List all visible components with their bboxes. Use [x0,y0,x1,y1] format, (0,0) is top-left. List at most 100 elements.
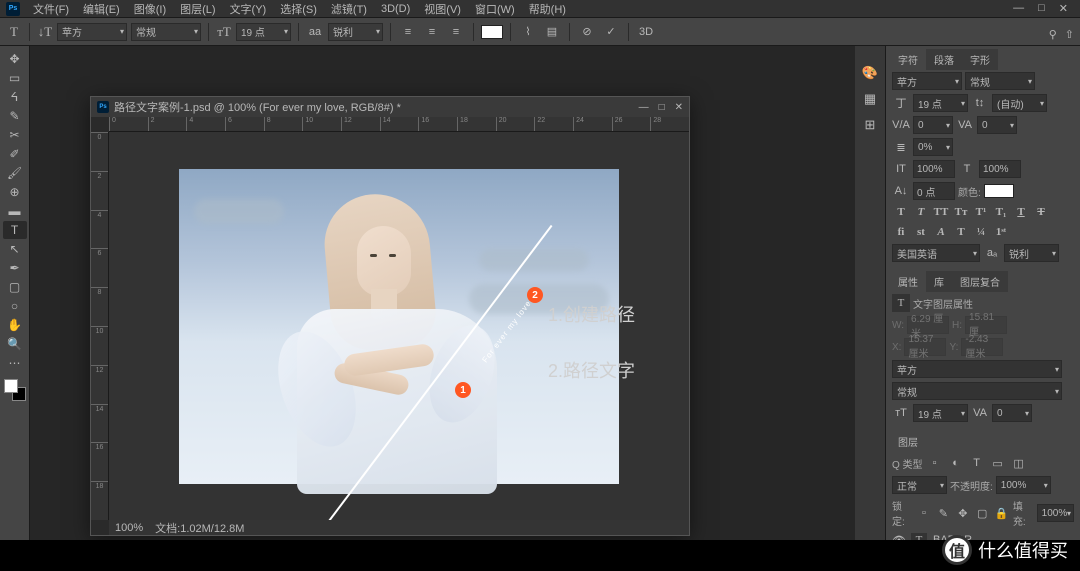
menu-help[interactable]: 帮助(H) [522,0,573,19]
menu-filter[interactable]: 滤镜(T) [324,0,374,19]
italic-button[interactable]: T [914,205,928,219]
menu-edit[interactable]: 编辑(E) [76,0,127,19]
blend-mode-select[interactable]: 正常 [892,476,947,494]
filter-smart-icon[interactable]: ◫ [1010,454,1028,472]
filter-type-icon[interactable]: T [968,454,986,472]
window-minimize[interactable]: — [1013,2,1024,15]
quick-select-tool[interactable]: ✎ [3,107,27,125]
char-size-select[interactable]: 19 点 [913,94,968,112]
tab-character[interactable]: 字符 [890,49,926,70]
font-family-select[interactable]: 苹方 [57,23,127,41]
eyedropper-tool[interactable]: ✐ [3,145,27,163]
subscript-button[interactable]: T₁ [994,205,1008,219]
char-color-swatch[interactable] [984,184,1014,198]
tabular[interactable]: 1ˢᵗ [994,225,1008,239]
liga-st[interactable]: st [914,225,928,239]
align-left-icon[interactable]: ≡ [398,23,418,41]
pen-tool[interactable]: ✒ [3,259,27,277]
menu-type[interactable]: 文字(Y) [223,0,274,19]
tab-paragraph[interactable]: 段落 [926,49,962,70]
opacity-select[interactable]: 100% [996,476,1051,494]
prop-size[interactable]: 19 点 [913,404,968,422]
marquee-tool[interactable]: ▭ [3,69,27,87]
ellipse-tool[interactable]: ○ [3,297,27,315]
char-font-select[interactable]: 苹方 [892,72,962,90]
zoom-tool[interactable]: 🔍 [3,335,27,353]
lock-all-icon[interactable]: 🔒 [993,504,1009,522]
char-weight-select[interactable]: 常规 [965,72,1035,90]
tab-layers[interactable]: 图层 [890,431,926,452]
commit-icon[interactable]: ✓ [601,23,621,41]
anti-alias-select[interactable]: 锐利 [328,23,383,41]
ruler-vertical[interactable]: 024681012141618 [91,132,109,520]
font-weight-select[interactable]: 常规 [131,23,201,41]
share-icon[interactable]: ⇧ [1065,28,1074,41]
menu-3d[interactable]: 3D(D) [374,1,417,17]
char-kerning[interactable]: 0 [913,116,953,134]
color-swatches[interactable] [4,379,26,401]
warp-text-icon[interactable]: ⌇ [518,23,538,41]
visibility-icon[interactable]: 👁 [892,534,905,541]
gradient-tool[interactable]: ▬ [3,202,27,220]
align-right-icon[interactable]: ≡ [446,23,466,41]
brush-tool[interactable]: 🖌 [3,164,27,182]
char-aa[interactable]: 锐利 [1004,244,1059,262]
char-hscale[interactable]: 100% [979,160,1021,178]
stylistic-alt[interactable]: A [934,225,948,239]
prop-track[interactable]: 0 [992,404,1032,422]
font-size-select[interactable]: 19 点 [236,23,291,41]
doc-info[interactable]: 文档:1.02M/12.8M [155,520,244,536]
align-center-icon[interactable]: ≡ [422,23,442,41]
underline-button[interactable]: T [1014,205,1028,219]
ruler-horizontal[interactable]: 0246810121416182022242628 [109,117,689,132]
lock-pixel-icon[interactable]: ✎ [935,504,951,522]
char-tracking[interactable]: 0 [977,116,1017,134]
type-tool[interactable]: T [3,221,27,239]
grid-panel-icon[interactable]: ⊞ [861,116,879,134]
doc-maximize[interactable]: □ [659,102,665,113]
bold-button[interactable]: T [894,205,908,219]
hand-tool[interactable]: ✋ [3,316,27,334]
char-vscale[interactable]: 100% [913,160,955,178]
tab-library[interactable]: 库 [926,271,952,292]
menu-select[interactable]: 选择(S) [273,0,324,19]
zoom-level[interactable]: 100% [115,522,143,534]
char-baseline[interactable]: 0 点 [913,182,955,200]
filter-pixel-icon[interactable]: ▫ [926,454,944,472]
filter-shape-icon[interactable]: ▭ [989,454,1007,472]
lock-pos-icon[interactable]: ✥ [955,504,971,522]
superscript-button[interactable]: T¹ [974,205,988,219]
cancel-icon[interactable]: ⊘ [577,23,597,41]
smallcaps-button[interactable]: Tᴛ [954,205,968,219]
fill-select[interactable]: 100% [1037,504,1074,522]
strike-button[interactable]: T [1034,205,1048,219]
menu-window[interactable]: 窗口(W) [468,0,522,19]
allcaps-button[interactable]: TT [934,205,948,219]
tab-glyphs[interactable]: 字形 [962,49,998,70]
filter-adjust-icon[interactable]: ◐ [947,454,965,472]
doc-close[interactable]: ✕ [675,102,683,113]
titling-alt[interactable]: T [954,225,968,239]
char-language[interactable]: 美国英语 [892,244,980,262]
path-select-tool[interactable]: ↖ [3,240,27,258]
tab-properties[interactable]: 属性 [890,271,926,292]
char-leading-select[interactable]: (自动) [992,94,1047,112]
lock-trans-icon[interactable]: ▫ [916,504,932,522]
crop-tool[interactable]: ✂ [3,126,27,144]
lock-art-icon[interactable]: ▢ [974,504,990,522]
doc-minimize[interactable]: — [639,102,649,113]
move-tool[interactable]: ✥ [3,50,27,68]
char-panel-icon[interactable]: ▤ [542,23,562,41]
text-color-swatch[interactable] [481,25,503,39]
liga-fi[interactable]: fi [894,225,908,239]
mode-3d[interactable]: 3D [636,23,656,41]
text-orientation-icon[interactable]: ↓T [37,24,53,40]
ordinals[interactable]: ¼ [974,225,988,239]
menu-file[interactable]: 文件(F) [26,0,76,19]
menu-view[interactable]: 视图(V) [417,0,468,19]
lasso-tool[interactable]: ᔦ [3,88,27,106]
window-close[interactable]: ✕ [1059,2,1068,15]
tab-layer-comps[interactable]: 图层复合 [952,271,1008,292]
char-scale-pct[interactable]: 0% [913,138,953,156]
rect-tool[interactable]: ▢ [3,278,27,296]
